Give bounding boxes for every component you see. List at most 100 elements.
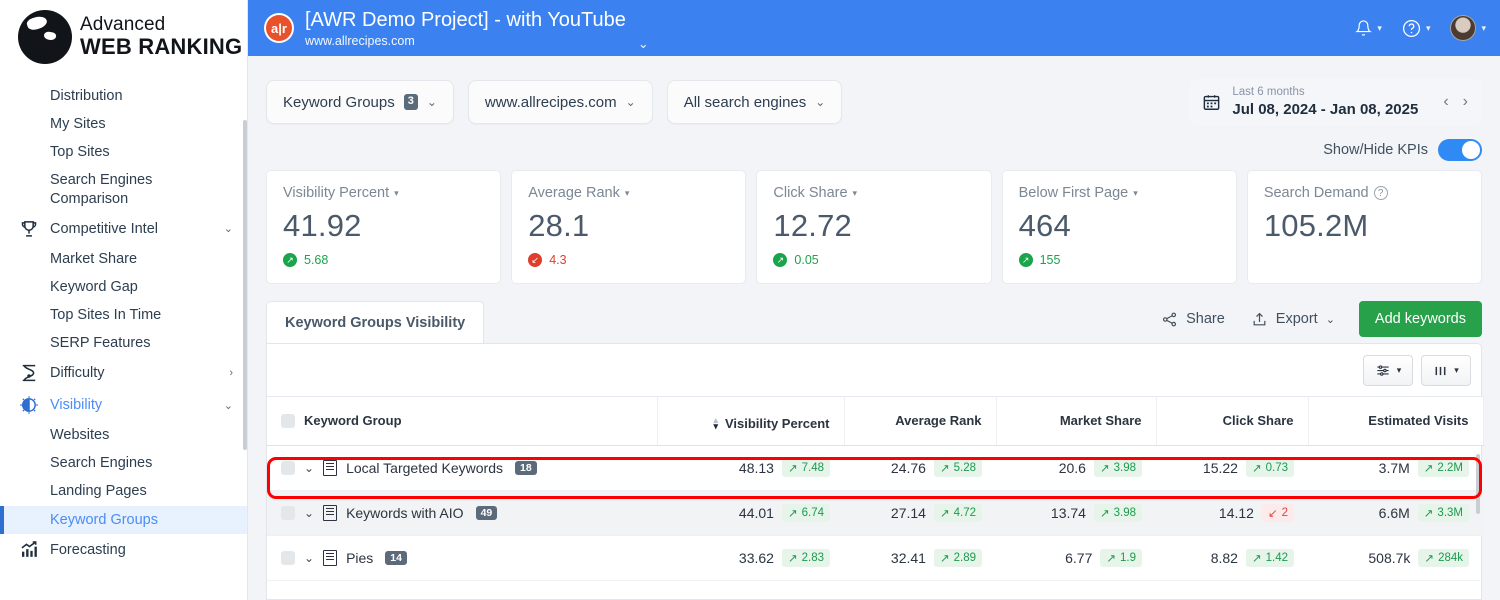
table-row[interactable]: ⌄ Pies 14 33.62 ↗ 2.83 32.41 ↗ 2.89 6.77 ↗ 1.9 8.82 ↗… [267, 535, 1483, 581]
share-button[interactable]: Share [1151, 304, 1235, 335]
calendar-icon [1204, 94, 1220, 110]
chevron-down-icon: ▾ [1425, 22, 1431, 33]
column-header-visibility-percent[interactable]: ▴ ▾ Visibility Percent [656, 396, 844, 446]
sidebar-item-keyword-groups[interactable]: Keyword Groups [0, 505, 247, 534]
kpi-card-average-rank: Average Rank ▾ 28.1 ↙ 4.3 [511, 170, 747, 284]
table-scrollbar[interactable] [1476, 454, 1480, 514]
kpi-title[interactable]: Visibility Percent ▾ [283, 185, 484, 201]
column-header-keyword-group[interactable]: Keyword Group [267, 396, 657, 446]
avatar [1450, 15, 1477, 41]
project-avatar-icon: a|r [264, 13, 294, 43]
chevron-icon[interactable]: ⌄ [219, 399, 233, 412]
kpi-toggle-switch[interactable] [1438, 139, 1482, 161]
arrow-up-right-icon: ↗ [939, 552, 950, 565]
row-metric-trend: ↙ 2 [1261, 503, 1294, 522]
date-range-next-button[interactable]: › [1463, 93, 1468, 111]
row-checkbox[interactable] [281, 460, 295, 475]
sidebar-item-distribution[interactable]: Distribution [0, 82, 247, 110]
search-engines-filter[interactable]: All search engines ⌄ [666, 80, 843, 124]
expand-chevron-down-icon[interactable]: ⌄ [304, 461, 314, 475]
help-button[interactable]: ▾ [1402, 19, 1431, 38]
export-button[interactable]: Export ⌄ [1241, 304, 1345, 335]
sidebar-item-keyword-gap[interactable]: Keyword Gap [0, 273, 247, 301]
chevron-icon[interactable]: › [219, 367, 233, 379]
sidebar-item-my-sites[interactable]: My Sites [0, 110, 247, 138]
sidebar-item-websites[interactable]: Websites [0, 421, 247, 449]
date-range-nav: ‹ › [1443, 93, 1468, 111]
column-header-click-share[interactable]: Click Share [1155, 396, 1308, 446]
help-icon[interactable]: ? [1373, 186, 1388, 200]
kpi-value: 12.72 [773, 208, 852, 243]
sidebar-scrollbar[interactable] [243, 120, 247, 450]
chevron-down-icon: ▾ [1454, 365, 1459, 375]
row-metric-value: 13.74 [1050, 504, 1086, 521]
arrow-up-right-icon: ↗ [1251, 462, 1262, 475]
kpi-card-search-demand: Search Demand? 105.2M [1246, 170, 1483, 284]
tab-keyword-groups-visibility[interactable]: Keyword Groups Visibility [266, 301, 485, 343]
row-metric-value: 6.6M [1378, 504, 1410, 521]
row-metric-trend: ↗ 3.3M [1417, 503, 1469, 522]
sidebar-item-top-sites-in-time[interactable]: Top Sites In Time [0, 301, 247, 329]
date-range-prev-button[interactable]: ‹ [1443, 93, 1448, 111]
table-row[interactable]: ⌄ Keywords with AIO 49 44.01 ↗ 6.74 27.14 ↗ 4.72… [267, 490, 1483, 536]
sidebar-item-landing-pages[interactable]: Landing Pages [0, 477, 247, 505]
sidebar-item-label: SERP Features [50, 335, 151, 351]
chevron-down-icon: ⌄ [815, 95, 826, 109]
add-keywords-button[interactable]: Add keywords [1358, 301, 1482, 337]
row-keyword-count: 18 [515, 460, 537, 475]
row-metric-trend: ↗ 2.83 [781, 548, 830, 567]
kpi-title[interactable]: Below First Page ▾ [1019, 185, 1220, 201]
kpi-delta-value: 5.68 [304, 253, 329, 267]
row-keyword-count: 49 [475, 505, 498, 520]
row-checkbox[interactable] [281, 505, 295, 520]
expand-chevron-down-icon[interactable]: ⌄ [304, 506, 314, 520]
sidebar-item-serp-features[interactable]: SERP Features [0, 329, 247, 357]
keyword-groups-filter-label: Keyword Groups [283, 93, 395, 111]
sidebar-item-top-sites[interactable]: Top Sites [0, 138, 247, 166]
sidebar-item-forecasting[interactable]: Forecasting [0, 534, 247, 566]
row-metric-delta: 3.3M [1437, 506, 1463, 519]
sidebar-item-label: Visibility [50, 397, 103, 414]
arrow-up-right-icon: ↗ [773, 253, 788, 267]
row-metric-trend: ↗ 0.73 [1245, 458, 1294, 477]
row-metric-delta: 6.74 [801, 506, 824, 519]
sidebar-item-visibility[interactable]: Visibility ⌄ [0, 389, 247, 421]
chevron-down-icon: ▾ [394, 187, 399, 198]
sidebar-item-market-share[interactable]: Market Share [0, 245, 247, 273]
bell-icon [1355, 20, 1373, 36]
expand-chevron-down-icon[interactable]: ⌄ [304, 551, 314, 565]
column-header-label: Keyword Group [304, 413, 402, 429]
website-filter[interactable]: www.allrecipes.com ⌄ [467, 80, 653, 124]
column-header-estimated-visits[interactable]: Estimated Visits [1307, 396, 1483, 446]
kpi-title[interactable]: Average Rank ▾ [528, 185, 729, 201]
sidebar-item-competitive-intel[interactable]: Competitive Intel ⌄ [0, 213, 247, 245]
project-switch-chevron-down-icon[interactable]: ⌄ [638, 36, 649, 52]
sidebar-item-search-engines[interactable]: Search Engines [0, 449, 247, 477]
row-metric-value: 27.14 [890, 504, 926, 521]
sort-icon[interactable]: ▴ ▾ [713, 416, 718, 431]
arrow-up-right-icon: ↗ [283, 253, 297, 267]
chevron-icon[interactable]: ⌄ [219, 222, 233, 235]
sidebar-item-search-engines-comparison[interactable]: Search Engines Comparison [0, 166, 247, 212]
user-menu-button[interactable]: ▾ [1450, 15, 1486, 41]
brand-line1: Advanced [80, 14, 166, 36]
table-row[interactable]: ⌄ Local Targeted Keywords 18 48.13 ↗ 7.48 24.7… [267, 445, 1483, 491]
column-header-market-share[interactable]: Market Share [995, 396, 1156, 446]
select-all-checkbox[interactable] [281, 413, 295, 428]
arrow-down-left-icon: ↙ [1267, 507, 1278, 520]
arrow-up-right-icon: ↗ [939, 462, 950, 475]
row-checkbox[interactable] [281, 550, 295, 565]
sidebar-item-difficulty[interactable]: Difficulty › [0, 357, 247, 389]
column-header-average-rank[interactable]: Average Rank [843, 396, 996, 446]
sidebar-item-label: Landing Pages [50, 483, 147, 500]
brand-logo[interactable]: Advanced WEB RANKING [0, 0, 247, 78]
table-settings-button[interactable]: ▾ [1363, 355, 1413, 386]
arrow-down-left-icon: ↙ [528, 253, 543, 267]
notifications-button[interactable]: ▾ [1355, 19, 1382, 37]
kpi-title[interactable]: Click Share ▾ [773, 185, 974, 201]
keyword-groups-filter[interactable]: Keyword Groups 3 ⌄ [266, 80, 454, 124]
table-columns-button[interactable]: ▾ [1421, 355, 1471, 386]
row-metric-trend: ↗ 4.72 [933, 503, 982, 522]
row-metric-cell: 33.62 ↗ 2.83 [657, 535, 844, 581]
date-range-picker[interactable]: Last 6 months Jul 08, 2024 - Jan 08, 202… [1189, 79, 1482, 125]
